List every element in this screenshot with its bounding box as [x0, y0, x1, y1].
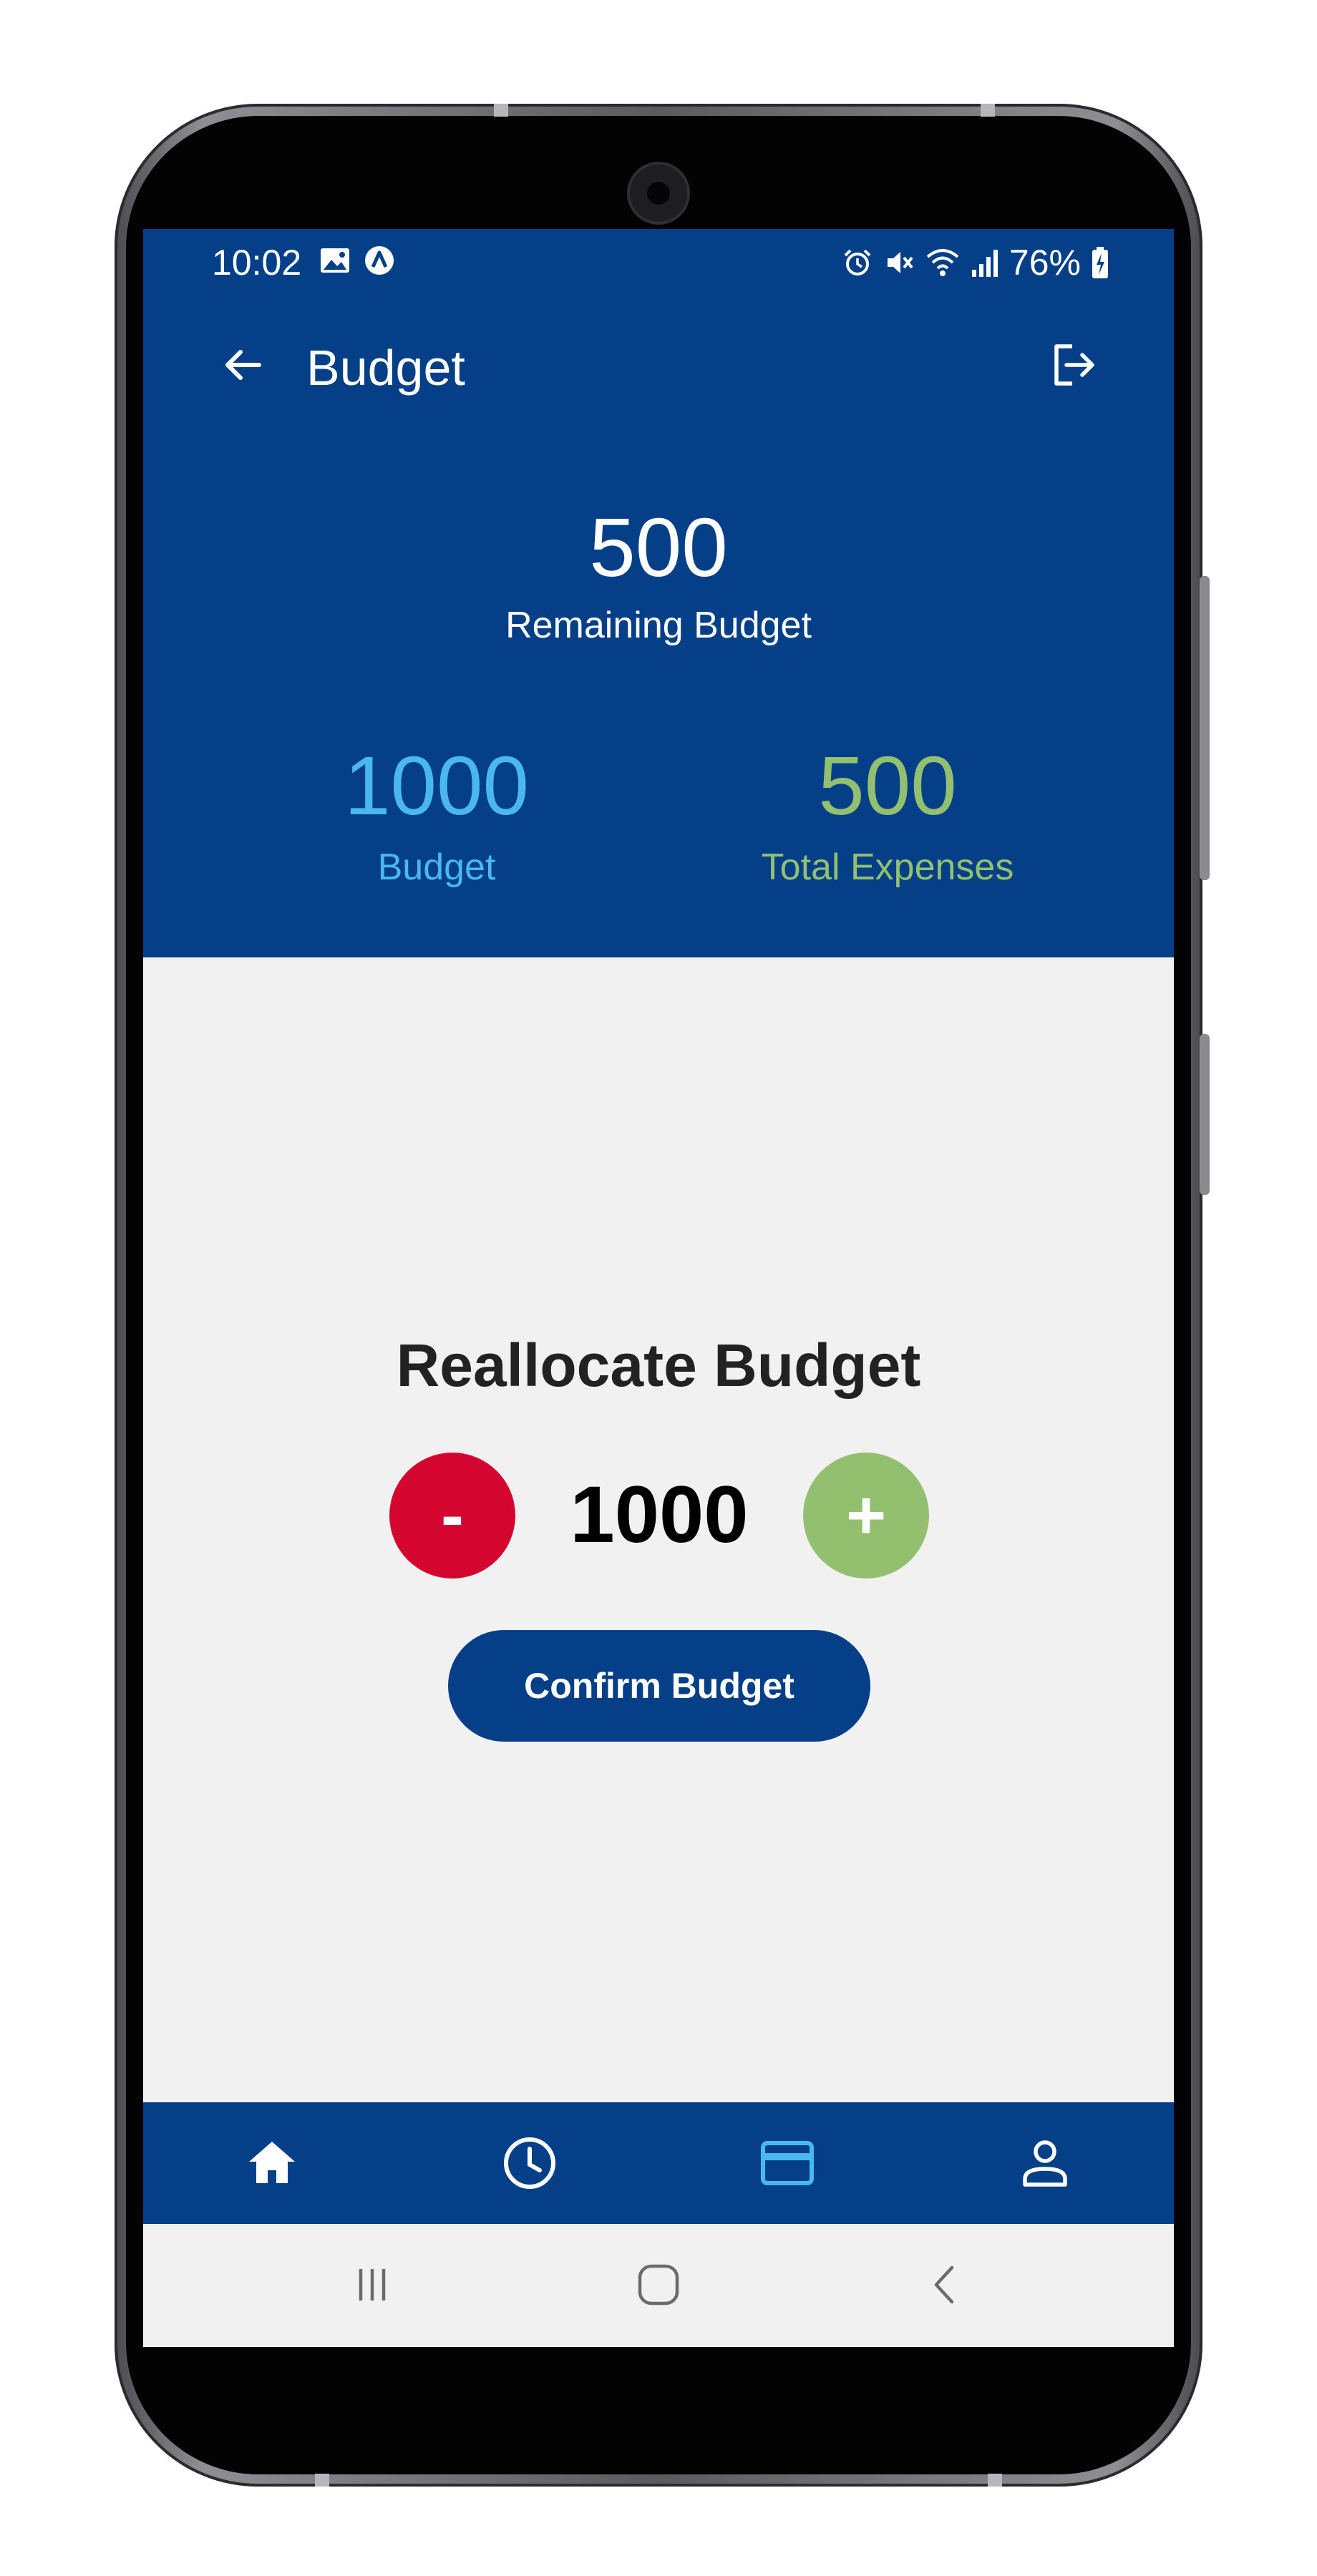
total-expenses-value: 500 [818, 739, 957, 832]
credit-card-icon [761, 2141, 814, 2185]
nav-home[interactable] [143, 2102, 401, 2224]
home-circle-icon [638, 2264, 679, 2306]
logout-icon [1054, 344, 1094, 386]
summary-header: 10:02 76% Budget 500 Remaining Budget 10… [143, 229, 1174, 957]
status-time: 10:02 [212, 243, 302, 283]
budget-summary: 1000 Budget [208, 744, 666, 889]
wifi-icon [926, 249, 959, 276]
recents-icon [359, 2269, 386, 2301]
system-home-button[interactable] [623, 2253, 694, 2317]
decrease-button[interactable]: - [389, 1453, 515, 1579]
expenses-summary: 500 Total Expenses [658, 744, 1117, 889]
total-expenses-label: Total Expenses [761, 847, 1014, 888]
system-navigation-bar [143, 2224, 1174, 2347]
front-camera [630, 165, 687, 222]
back-button[interactable] [215, 336, 272, 394]
stepper-value: 1000 [570, 1470, 749, 1559]
antenna-band [981, 104, 995, 117]
budget-value: 1000 [344, 739, 530, 832]
nav-budget[interactable] [658, 2102, 916, 2224]
status-right-icons: 76% [842, 242, 1109, 283]
system-back-button[interactable] [909, 2253, 981, 2317]
nav-history[interactable] [401, 2102, 658, 2224]
antenna-band [315, 2474, 329, 2487]
confirm-budget-button[interactable]: Confirm Budget [448, 1630, 870, 1742]
antenna-band [988, 2474, 1002, 2487]
back-chevron-icon [934, 2265, 954, 2304]
status-left-icons [319, 245, 395, 276]
home-icon [249, 2142, 295, 2183]
app-notification-icon [365, 246, 394, 275]
volume-button [1200, 1034, 1210, 1195]
status-bar: 10:02 76% [143, 229, 1174, 293]
budget-stepper: - 1000 + [143, 1453, 1174, 1579]
page-title: Budget [306, 340, 465, 396]
remaining-budget-label: Remaining Budget [505, 605, 812, 646]
power-button [1200, 576, 1210, 880]
profile-icon [1023, 2140, 1067, 2187]
battery-charging-icon [1092, 247, 1108, 278]
arrow-left-icon [225, 350, 261, 380]
history-clock-icon [504, 2137, 555, 2189]
mute-icon [887, 252, 913, 273]
remaining-budget-value: 500 [589, 501, 728, 594]
image-icon [321, 248, 349, 273]
battery-percent: 76% [1009, 243, 1081, 283]
logout-button[interactable] [1045, 336, 1102, 394]
nav-profile[interactable] [916, 2102, 1174, 2224]
increase-button[interactable]: + [803, 1453, 929, 1579]
signal-icon [971, 250, 998, 277]
app-screen: 10:02 76% Budget 500 Remaining Budget 10… [143, 229, 1174, 2347]
budget-label: Budget [377, 847, 496, 888]
alarm-icon [844, 249, 871, 275]
bottom-nav [143, 2102, 1174, 2224]
reallocate-title: Reallocate Budget [396, 1332, 921, 1399]
antenna-band [494, 104, 508, 117]
recents-button[interactable] [336, 2253, 408, 2317]
app-bar: Budget [143, 315, 1174, 408]
